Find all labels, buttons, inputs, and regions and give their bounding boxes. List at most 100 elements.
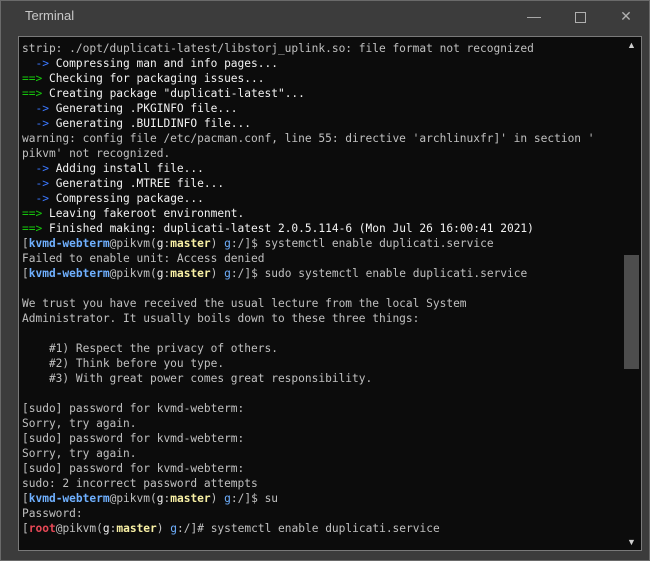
terminal-text-segment: Leaving fakeroot environment. <box>48 207 245 220</box>
terminal-text-segment: ==> <box>22 87 49 100</box>
terminal-line: Sorry, try again. <box>22 416 620 431</box>
terminal-line: -> Adding install file... <box>22 161 620 176</box>
terminal-text-segment: Creating package "duplicati-latest"... <box>48 87 305 100</box>
terminal-text-segment: kvmd-webterm <box>28 237 110 250</box>
scrollbar-thumb[interactable] <box>624 254 639 369</box>
terminal-text-segment: We trust you have received the usual lec… <box>22 297 467 310</box>
terminal-text-segment: ) <box>210 237 225 250</box>
terminal-line: #2) Think before you type. <box>22 356 620 371</box>
terminal-text-segment: strip: ./opt/duplicati-latest/libstorj_u… <box>22 42 534 55</box>
terminal-text-segment: [sudo] password for kvmd-webterm: <box>22 402 245 415</box>
terminal-text-segment: kvmd-webterm <box>28 492 110 505</box>
terminal-text-segment: master <box>116 522 157 535</box>
terminal-text-segment: Administrator. It usually boils down to … <box>22 312 420 325</box>
terminal-text-segment: Generating .MTREE file... <box>55 177 225 190</box>
terminal-line: ==> Checking for packaging issues... <box>22 71 620 86</box>
title-bar[interactable]: Terminal — ✕ <box>1 1 649 31</box>
terminal-line: #3) With great power comes great respons… <box>22 371 620 386</box>
terminal-line: -> Generating .PKGINFO file... <box>22 101 620 116</box>
terminal-line: ==> Finished making: duplicati-latest 2.… <box>22 221 620 236</box>
terminal-text-segment: @pikvm( <box>109 237 157 250</box>
terminal-text-segment: @pikvm( <box>109 492 157 505</box>
close-button[interactable]: ✕ <box>603 1 649 31</box>
terminal-line: Sorry, try again. <box>22 446 620 461</box>
terminal-text-segment: Generating .BUILDINFO file... <box>55 117 252 130</box>
terminal-text-segment: -> <box>22 117 56 130</box>
terminal-text-segment: [ <box>22 522 29 535</box>
maximize-icon <box>574 11 586 23</box>
terminal-line: [kvmd-webterm@pikvm(g:master) g:/]$ sudo… <box>22 266 620 281</box>
terminal-line: Failed to enable unit: Access denied <box>22 251 620 266</box>
terminal-text-segment: ) <box>156 522 171 535</box>
terminal-text-segment: Password: <box>22 507 83 520</box>
terminal-line: -> Compressing man and info pages... <box>22 56 620 71</box>
terminal-text-segment: #3) With great power comes great respons… <box>22 372 373 385</box>
terminal-line: We trust you have received the usual lec… <box>22 296 620 311</box>
terminal-line: -> Generating .MTREE file... <box>22 176 620 191</box>
window-title: Terminal <box>25 8 75 23</box>
terminal-text-segment: [ <box>22 492 29 505</box>
terminal-text-segment: #2) Think before you type. <box>22 357 225 370</box>
terminal-text-segment: master <box>170 267 211 280</box>
terminal-line: Administrator. It usually boils down to … <box>22 311 620 326</box>
terminal-window: Terminal — ✕ strip: ./opt/duplicati-late… <box>0 0 650 561</box>
terminal-line: ==> Creating package "duplicati-latest".… <box>22 86 620 101</box>
terminal-text-segment: @pikvm( <box>55 522 103 535</box>
terminal-text-segment: Generating .PKGINFO file... <box>55 102 238 115</box>
terminal-line: pikvm' not recognized. <box>22 146 620 161</box>
terminal-text-segment: [ <box>22 267 29 280</box>
vertical-scrollbar[interactable]: ▲ ▼ <box>622 37 641 550</box>
terminal-text-segment: ==> <box>22 222 49 235</box>
terminal-text-segment: g <box>102 522 110 535</box>
terminal-pane[interactable]: strip: ./opt/duplicati-latest/libstorj_u… <box>18 36 642 551</box>
terminal-text-segment: kvmd-webterm <box>28 267 110 280</box>
terminal-text-segment: @pikvm( <box>109 267 157 280</box>
terminal-text-segment: g <box>224 237 231 250</box>
terminal-text-segment: warning: config file /etc/pacman.conf, l… <box>22 132 595 145</box>
terminal-text-segment: Adding install file... <box>55 162 204 175</box>
terminal-line: warning: config file /etc/pacman.conf, l… <box>22 131 620 146</box>
scroll-down-arrow-icon[interactable]: ▼ <box>622 535 641 549</box>
terminal-text-segment: root <box>28 522 56 535</box>
terminal-text-segment: :/]# systemctl enable duplicati.service <box>177 522 440 535</box>
terminal-text-segment: pikvm' not recognized. <box>22 147 171 160</box>
terminal-text-segment: sudo: 2 incorrect password attempts <box>22 477 258 490</box>
terminal-text-segment: ) <box>210 492 225 505</box>
terminal-line: -> Generating .BUILDINFO file... <box>22 116 620 131</box>
terminal-line: [kvmd-webterm@pikvm(g:master) g:/]$ syst… <box>22 236 620 251</box>
terminal-text-segment: :/]$ su <box>230 492 279 505</box>
minimize-button[interactable]: — <box>511 1 557 31</box>
terminal-text-segment: master <box>170 492 211 505</box>
scroll-up-arrow-icon[interactable]: ▲ <box>622 38 641 52</box>
terminal-line: Password: <box>22 506 620 521</box>
terminal-line: [sudo] password for kvmd-webterm: <box>22 401 620 416</box>
terminal-line: [root@pikvm(g:master) g:/]# systemctl en… <box>22 521 620 536</box>
terminal-text-segment: :/]$ sudo systemctl enable duplicati.ser… <box>230 267 528 280</box>
terminal-line: [sudo] password for kvmd-webterm: <box>22 461 620 476</box>
terminal-line: strip: ./opt/duplicati-latest/libstorj_u… <box>22 41 620 56</box>
terminal-line: sudo: 2 incorrect password attempts <box>22 476 620 491</box>
terminal-text-segment: [sudo] password for kvmd-webterm: <box>22 432 245 445</box>
terminal-text-segment: master <box>170 237 211 250</box>
terminal-text-segment: ==> <box>22 207 49 220</box>
terminal-text-segment: :/]$ systemctl enable duplicati.service <box>230 237 494 250</box>
terminal-text-segment: -> <box>22 162 56 175</box>
terminal-line: -> Compressing package... <box>22 191 620 206</box>
terminal-text-segment: g <box>170 522 178 535</box>
terminal-text-segment: -> <box>22 102 56 115</box>
terminal-text-segment: ) <box>210 267 225 280</box>
terminal-text-segment: -> <box>22 192 56 205</box>
terminal-text-segment: [ <box>22 237 29 250</box>
terminal-line: [kvmd-webterm@pikvm(g:master) g:/]$ su <box>22 491 620 506</box>
terminal-line: [sudo] password for kvmd-webterm: <box>22 431 620 446</box>
terminal-text-segment: -> <box>22 57 56 70</box>
maximize-button[interactable] <box>557 1 603 31</box>
terminal-text-segment: Sorry, try again. <box>22 447 137 460</box>
terminal-text-segment: g <box>224 267 231 280</box>
terminal-text-segment: Sorry, try again. <box>22 417 137 430</box>
terminal-line: ==> Leaving fakeroot environment. <box>22 206 620 221</box>
terminal-text-segment: #1) Respect the privacy of others. <box>22 342 278 355</box>
